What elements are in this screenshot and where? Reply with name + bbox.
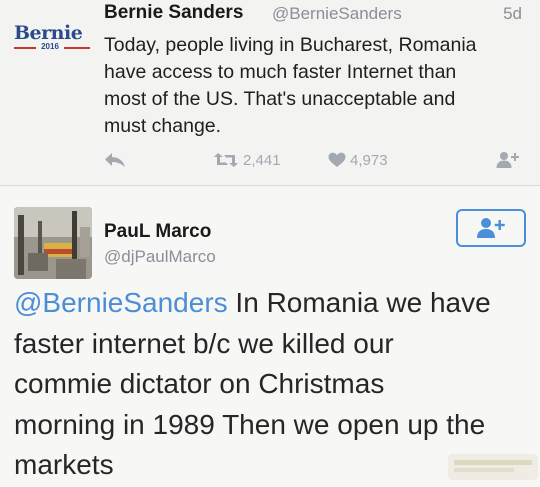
author-handle[interactable]: @djPaulMarco [104,247,216,267]
retweet-count: 2,441 [243,151,281,169]
follow-user-icon [477,218,505,238]
logo-divider-left [14,47,36,49]
avatar[interactable] [14,207,92,279]
author-name[interactable]: PauL Marco [104,221,211,243]
logo-divider-right [64,47,90,49]
bernie-2016-logo[interactable]: Bernie 2016 [14,22,92,62]
tweet-text-segment: In Romania we have [227,287,491,318]
tweet-text-line: most of the US. That's unacceptable and [104,88,456,110]
heart-icon [328,152,346,167]
tweet-text-line: faster internet b/c we killed our [14,327,394,359]
author-handle[interactable]: @BernieSanders [272,4,402,24]
follow-button[interactable] [456,209,526,247]
like-count: 4,973 [350,151,388,169]
like-button[interactable]: 4,973 [328,146,388,174]
tweet-bernie: Bernie 2016 Bernie Sanders @BernieSander… [0,0,540,186]
logo-word: Bernie [14,22,83,44]
tweet-text-line: @BernieSanders In Romania we have [14,283,534,324]
retweet-icon [214,153,238,167]
reply-button[interactable] [104,146,126,174]
watermark-graphic [448,454,538,480]
tweet-text-line: have access to much faster Internet than [104,61,457,83]
mention-link[interactable]: @BernieSanders [14,287,228,318]
logo-year: 2016 [41,42,59,51]
reply-icon [105,153,125,167]
tweet-text-line: must change. [104,115,222,137]
tweet-reply: PauL Marco @djPaulMarco @BernieSanders I… [0,187,540,487]
retweet-button[interactable]: 2,441 [213,146,281,174]
tweet-text-line: Today, people living in Bucharest, Roman… [104,34,477,56]
avatar-photo [14,207,92,279]
tweet-text-line: commie dictator on Christmas [14,368,385,399]
follow-user-icon [496,152,519,168]
follow-button-small[interactable] [496,146,520,174]
author-name[interactable]: Bernie Sanders [104,2,243,24]
tweet-text: Today, people living in Bucharest, Roman… [104,32,529,140]
tweet-timestamp[interactable]: 5d [503,4,522,24]
tweet-text-line: morning in 1989 Then we open up the [14,408,486,440]
